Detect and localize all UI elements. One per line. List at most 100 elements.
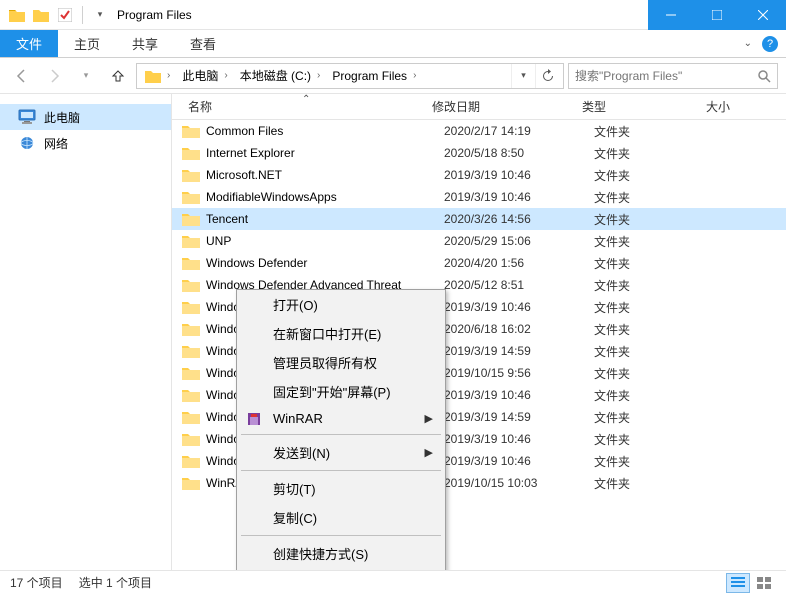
file-date: 2020/6/18 16:02 xyxy=(444,322,594,336)
file-type: 文件夹 xyxy=(594,365,718,382)
folder-icon xyxy=(182,212,200,226)
file-row[interactable]: ModifiableWindowsApps2019/3/19 10:46文件夹 xyxy=(172,186,786,208)
ribbon-tab-share[interactable]: 共享 xyxy=(116,30,174,57)
ctx-delete[interactable]: 删除(D) xyxy=(237,568,445,570)
folder-icon xyxy=(182,366,200,380)
qat-item[interactable] xyxy=(30,4,52,26)
column-header-size[interactable]: 大小 xyxy=(700,98,786,115)
file-row[interactable]: Tencent2020/3/26 14:56文件夹 xyxy=(172,208,786,230)
winrar-icon xyxy=(245,410,263,428)
file-date: 2019/3/19 10:46 xyxy=(444,300,594,314)
file-type: 文件夹 xyxy=(594,167,718,184)
qat-checkbox-icon[interactable] xyxy=(54,4,76,26)
window-title: Program Files xyxy=(111,8,192,22)
file-row[interactable]: Microsoft.NET2019/3/19 10:46文件夹 xyxy=(172,164,786,186)
qat-dropdown[interactable]: ▾ xyxy=(89,4,111,26)
file-date: 2020/2/17 14:19 xyxy=(444,124,594,138)
ribbon-expand-icon[interactable]: ⌄ xyxy=(744,38,752,49)
ctx-cut[interactable]: 剪切(T) xyxy=(237,474,445,503)
search-box[interactable] xyxy=(568,63,778,89)
nav-forward-button[interactable] xyxy=(40,62,68,90)
navigation-pane: 此电脑 网络 xyxy=(0,94,172,570)
window-titlebar: ▾ Program Files xyxy=(0,0,786,30)
file-type: 文件夹 xyxy=(594,211,718,228)
file-type: 文件夹 xyxy=(594,343,718,360)
nav-recent-dropdown[interactable]: ▾ xyxy=(72,62,100,90)
file-name: Internet Explorer xyxy=(206,146,444,160)
folder-icon xyxy=(182,300,200,314)
breadcrumb-item[interactable]: Program Files› xyxy=(328,69,422,83)
folder-icon xyxy=(182,146,200,160)
ctx-separator xyxy=(241,470,441,471)
ctx-separator xyxy=(241,535,441,536)
submenu-arrow-icon: ▶ xyxy=(425,412,433,425)
help-icon[interactable]: ? xyxy=(762,36,778,52)
file-date: 2019/3/19 10:46 xyxy=(444,190,594,204)
breadcrumb-item[interactable]: 本地磁盘 (C:)› xyxy=(236,67,327,84)
nav-up-button[interactable] xyxy=(104,62,132,90)
ribbon-tab-view[interactable]: 查看 xyxy=(174,30,232,57)
folder-icon xyxy=(182,388,200,402)
folder-icon xyxy=(182,454,200,468)
file-name: Microsoft.NET xyxy=(206,168,444,182)
file-date: 2020/5/29 15:06 xyxy=(444,234,594,248)
file-date: 2019/3/19 10:46 xyxy=(444,168,594,182)
context-menu: 打开(O) 在新窗口中打开(E) 管理员取得所有权 固定到"开始"屏幕(P) W… xyxy=(236,289,446,570)
status-bar: 17 个项目 选中 1 个项目 xyxy=(0,570,786,594)
address-bar[interactable]: › 此电脑› 本地磁盘 (C:)› Program Files› ▾ xyxy=(136,63,564,89)
file-date: 2019/3/19 14:59 xyxy=(444,344,594,358)
view-switcher xyxy=(726,573,776,593)
navigation-bar: ▾ › 此电脑› 本地磁盘 (C:)› Program Files› ▾ xyxy=(0,58,786,94)
ctx-open-new-window[interactable]: 在新窗口中打开(E) xyxy=(237,319,445,348)
chevron-right-icon[interactable]: › xyxy=(411,70,418,81)
maximize-button[interactable] xyxy=(694,0,740,30)
file-type: 文件夹 xyxy=(594,299,718,316)
sidebar-item-label: 网络 xyxy=(44,135,68,152)
sidebar-item-pc[interactable]: 此电脑 xyxy=(0,104,171,130)
file-row[interactable]: Common Files2020/2/17 14:19文件夹 xyxy=(172,120,786,142)
ribbon-tabs: 文件 主页 共享 查看 ⌄ ? xyxy=(0,30,786,58)
file-row[interactable]: Windows Defender2020/4/20 1:56文件夹 xyxy=(172,252,786,274)
minimize-button[interactable] xyxy=(648,0,694,30)
column-header-type[interactable]: 类型 xyxy=(576,98,700,115)
file-name: UNP xyxy=(206,234,444,248)
folder-icon xyxy=(182,278,200,292)
view-icons-button[interactable] xyxy=(752,573,776,593)
close-button[interactable] xyxy=(740,0,786,30)
file-type: 文件夹 xyxy=(594,453,718,470)
file-date: 2019/3/19 10:46 xyxy=(444,432,594,446)
address-root-icon[interactable]: › xyxy=(141,69,176,83)
ctx-pin-start[interactable]: 固定到"开始"屏幕(P) xyxy=(237,377,445,406)
ctx-copy[interactable]: 复制(C) xyxy=(237,503,445,532)
file-date: 2020/4/20 1:56 xyxy=(444,256,594,270)
column-header-date[interactable]: 修改日期 xyxy=(426,98,576,115)
ctx-send-to[interactable]: 发送到(N) ▶ xyxy=(237,438,445,467)
nav-back-button[interactable] xyxy=(8,62,36,90)
file-row[interactable]: Internet Explorer2020/5/18 8:50文件夹 xyxy=(172,142,786,164)
refresh-button[interactable] xyxy=(535,64,559,88)
view-details-button[interactable] xyxy=(726,573,750,593)
ctx-open[interactable]: 打开(O) xyxy=(237,290,445,319)
chevron-right-icon[interactable]: › xyxy=(165,70,172,81)
file-type: 文件夹 xyxy=(594,233,718,250)
sidebar-item-network[interactable]: 网络 xyxy=(0,130,171,156)
folder-icon xyxy=(182,344,200,358)
search-input[interactable] xyxy=(575,69,757,83)
chevron-right-icon[interactable]: › xyxy=(315,70,322,81)
quick-access-toolbar: ▾ xyxy=(0,4,111,26)
folder-icon xyxy=(182,190,200,204)
ctx-create-shortcut[interactable]: 创建快捷方式(S) xyxy=(237,539,445,568)
ctx-take-ownership[interactable]: 管理员取得所有权 xyxy=(237,348,445,377)
ribbon-tab-home[interactable]: 主页 xyxy=(58,30,116,57)
chevron-right-icon[interactable]: › xyxy=(222,70,229,81)
file-name: ModifiableWindowsApps xyxy=(206,190,444,204)
file-row[interactable]: UNP2020/5/29 15:06文件夹 xyxy=(172,230,786,252)
status-selected-count: 选中 1 个项目 xyxy=(79,574,152,591)
folder-icon xyxy=(182,256,200,270)
file-date: 2019/3/19 10:46 xyxy=(444,388,594,402)
ctx-winrar[interactable]: WinRAR ▶ xyxy=(237,406,445,431)
explorer-icon xyxy=(6,4,28,26)
address-dropdown-button[interactable]: ▾ xyxy=(511,64,535,88)
breadcrumb-item[interactable]: 此电脑› xyxy=(178,67,233,84)
ribbon-file-tab[interactable]: 文件 xyxy=(0,30,58,57)
